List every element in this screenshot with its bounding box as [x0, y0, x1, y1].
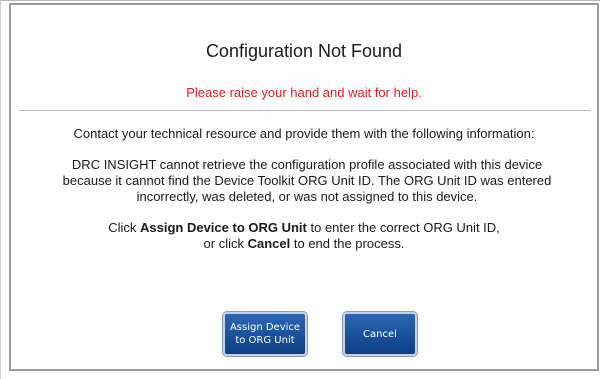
dialog-title: Configuration Not Found: [205, 41, 403, 61]
cancel-button-label: Cancel: [363, 328, 397, 340]
instructions-text: Contact your technical resource and prov…: [73, 126, 535, 141]
configuration-dialog: Configuration Not Found Please raise you…: [9, 3, 599, 371]
divider: [19, 110, 591, 111]
action-help-cancel-label: Cancel: [247, 236, 291, 251]
action-help-line1-prefix: Click: [108, 220, 140, 235]
window-frame: Configuration Not Found Please raise you…: [0, 0, 600, 379]
action-help-line1-suffix: to enter the correct ORG Unit ID,: [306, 220, 500, 235]
error-details-text: DRC INSIGHT cannot retrieve the configur…: [62, 157, 552, 204]
assign-device-to-org-unit-button[interactable]: Assign Device to ORG Unit: [222, 311, 308, 357]
assign-device-button-label: Assign Device to ORG Unit: [229, 322, 301, 346]
cancel-button[interactable]: Cancel: [342, 311, 418, 357]
action-help-line2-suffix: to end the process.: [290, 236, 405, 251]
action-help-line2-prefix: or click: [203, 236, 248, 251]
help-alert-text: Please raise your hand and wait for help…: [186, 85, 422, 100]
action-help-assign-label: Assign Device to ORG Unit: [140, 220, 307, 235]
action-help-text: Click Assign Device to ORG Unit to enter…: [11, 220, 597, 252]
